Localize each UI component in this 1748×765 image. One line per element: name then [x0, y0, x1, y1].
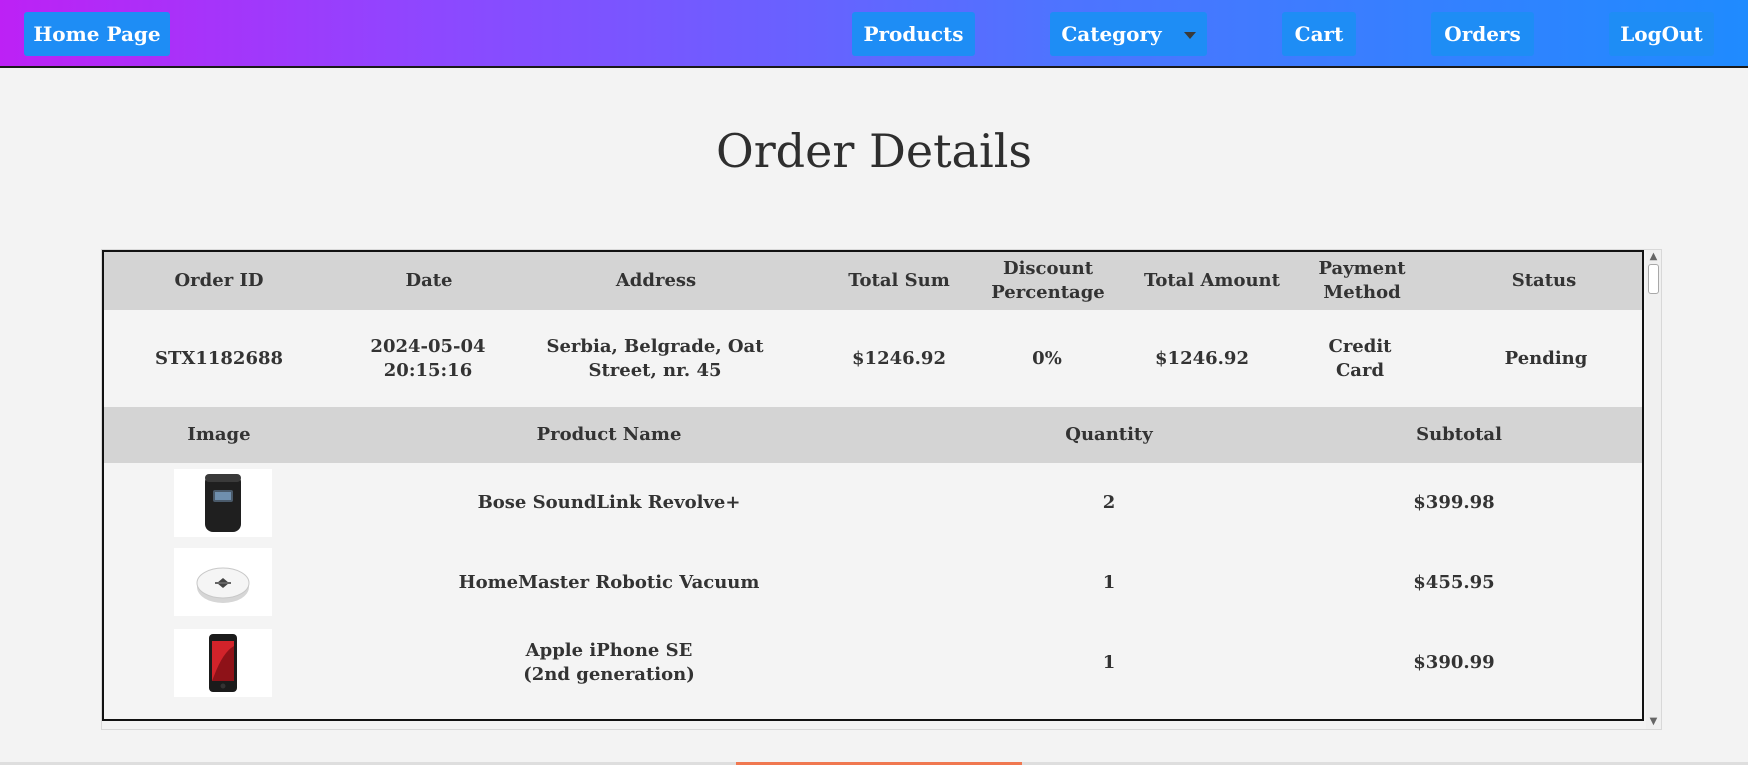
category-dropdown[interactable]: Category — [1050, 12, 1207, 56]
category-label: Category — [1061, 22, 1162, 46]
order-address-value: Serbia, Belgrade, Oat Street, nr. 45 — [546, 335, 764, 381]
order-details-table: Order ID Date Address Total Sum Discount… — [102, 250, 1644, 721]
robot-vacuum-image — [174, 548, 272, 616]
chevron-down-icon — [1183, 31, 1196, 39]
quantity-header: Quantity — [1065, 424, 1153, 445]
order-date-value: 2024-05-04 20:15:16 — [370, 335, 486, 381]
image-header: Image — [187, 424, 251, 445]
product-subtotal: $399.98 — [1413, 492, 1495, 513]
discount-value: 0% — [1032, 347, 1062, 369]
product-quantity: 1 — [1102, 652, 1116, 673]
scroll-down-icon[interactable]: ▼ — [1646, 715, 1661, 729]
status-value: Pending — [1504, 347, 1588, 369]
order-id-value: STX1182688 — [154, 347, 284, 369]
subtotal-header: Subtotal — [1416, 424, 1502, 445]
top-navbar: Home Page Products Category Cart Orders … — [0, 0, 1748, 68]
orders-button[interactable]: Orders — [1431, 12, 1534, 56]
table-row: HomeMaster Robotic Vacuum 1 $455.95 — [104, 543, 1642, 623]
payment-method-header: Payment Method — [1318, 258, 1406, 303]
speaker-image — [174, 469, 272, 537]
product-name-header: Product Name — [536, 424, 682, 445]
product-name: Bose SoundLink Revolve+ — [477, 492, 741, 513]
total-amount-value: $1246.92 — [1155, 347, 1249, 369]
order-details-scroll-area[interactable]: Order ID Date Address Total Sum Discount… — [101, 249, 1662, 730]
items-header-row: Image Product Name Quantity Subtotal — [104, 407, 1642, 463]
table-row: Bose SoundLink Revolve+ 2 $399.98 — [104, 463, 1642, 543]
payment-method-value: Credit Card — [1328, 335, 1392, 381]
page-title: Order Details — [715, 124, 1033, 178]
product-quantity: 2 — [1102, 492, 1116, 513]
total-amount-header: Total Amount — [1144, 270, 1280, 291]
product-subtotal: $390.99 — [1413, 652, 1495, 673]
product-quantity: 1 — [1102, 572, 1116, 593]
products-button[interactable]: Products — [852, 12, 975, 56]
order-header-row: Order ID Date Address Total Sum Discount… — [104, 252, 1642, 310]
table-row: Apple iPhone SE (2nd generation) 1 $390.… — [104, 623, 1642, 703]
product-subtotal: $455.95 — [1413, 572, 1495, 593]
order-values-row: STX1182688 2024-05-04 20:15:16 Serbia, B… — [104, 310, 1642, 407]
product-name: HomeMaster Robotic Vacuum — [458, 572, 760, 593]
order-id-header: Order ID — [174, 270, 264, 291]
date-header: Date — [405, 270, 453, 291]
total-sum-value: $1246.92 — [852, 347, 946, 369]
address-header: Address — [615, 270, 697, 291]
scroll-up-icon[interactable]: ▲ — [1646, 250, 1661, 264]
total-sum-header: Total Sum — [848, 270, 950, 291]
home-page-button[interactable]: Home Page — [24, 12, 170, 56]
discount-percentage-header: Discount Percentage — [991, 258, 1105, 303]
logout-button[interactable]: LogOut — [1609, 12, 1714, 56]
product-name: Apple iPhone SE (2nd generation) — [523, 640, 695, 685]
status-header: Status — [1511, 270, 1577, 291]
iphone-image — [174, 629, 272, 697]
scrollbar-thumb[interactable] — [1648, 264, 1659, 294]
vertical-scrollbar[interactable]: ▲ ▼ — [1646, 250, 1661, 729]
cart-button[interactable]: Cart — [1282, 12, 1356, 56]
